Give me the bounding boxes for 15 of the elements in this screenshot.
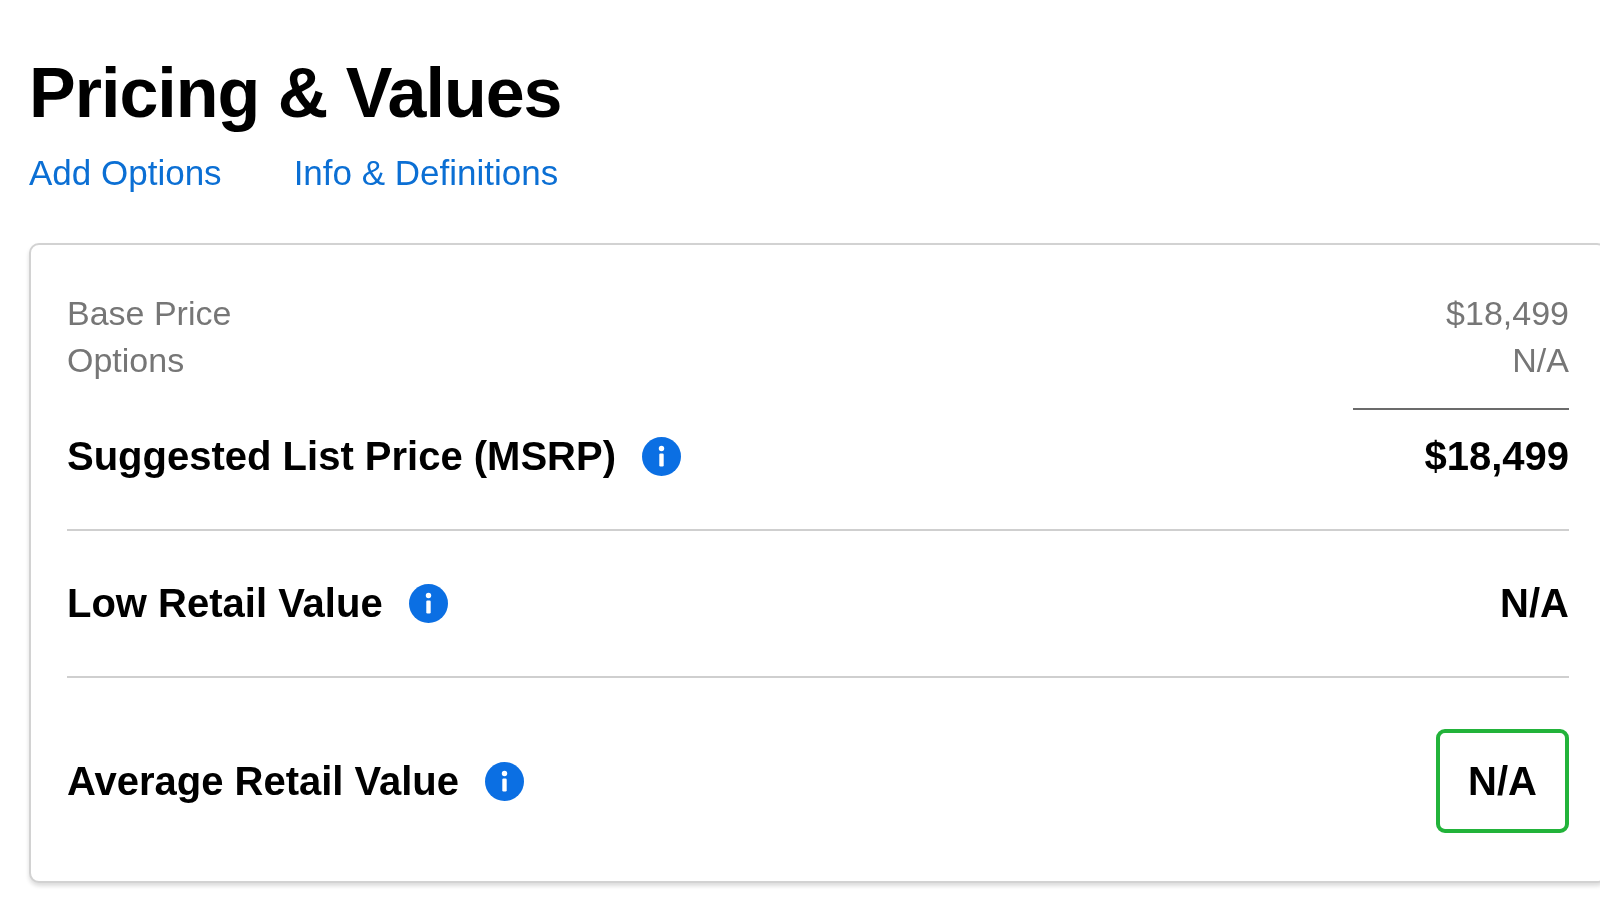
value-label: Average Retail Value (67, 758, 460, 805)
price-value: N/A (1512, 340, 1569, 381)
highlighted-value: N/A (1436, 729, 1569, 833)
value-label: Suggested List Price (MSRP) (67, 433, 616, 480)
info-icon[interactable] (642, 436, 681, 476)
price-label: Options (67, 340, 185, 381)
price-value: $18,499 (1424, 433, 1569, 480)
info-icon[interactable] (485, 761, 525, 801)
text-link[interactable]: Info & Definitions (293, 152, 559, 194)
info-icon[interactable] (408, 583, 448, 623)
price-label: Base Price (67, 293, 232, 334)
value-label: Low Retail Value (67, 580, 383, 627)
price-value: N/A (1500, 580, 1569, 627)
text-link[interactable]: Add Options (29, 152, 222, 194)
price-value: $18,499 (1446, 293, 1569, 334)
